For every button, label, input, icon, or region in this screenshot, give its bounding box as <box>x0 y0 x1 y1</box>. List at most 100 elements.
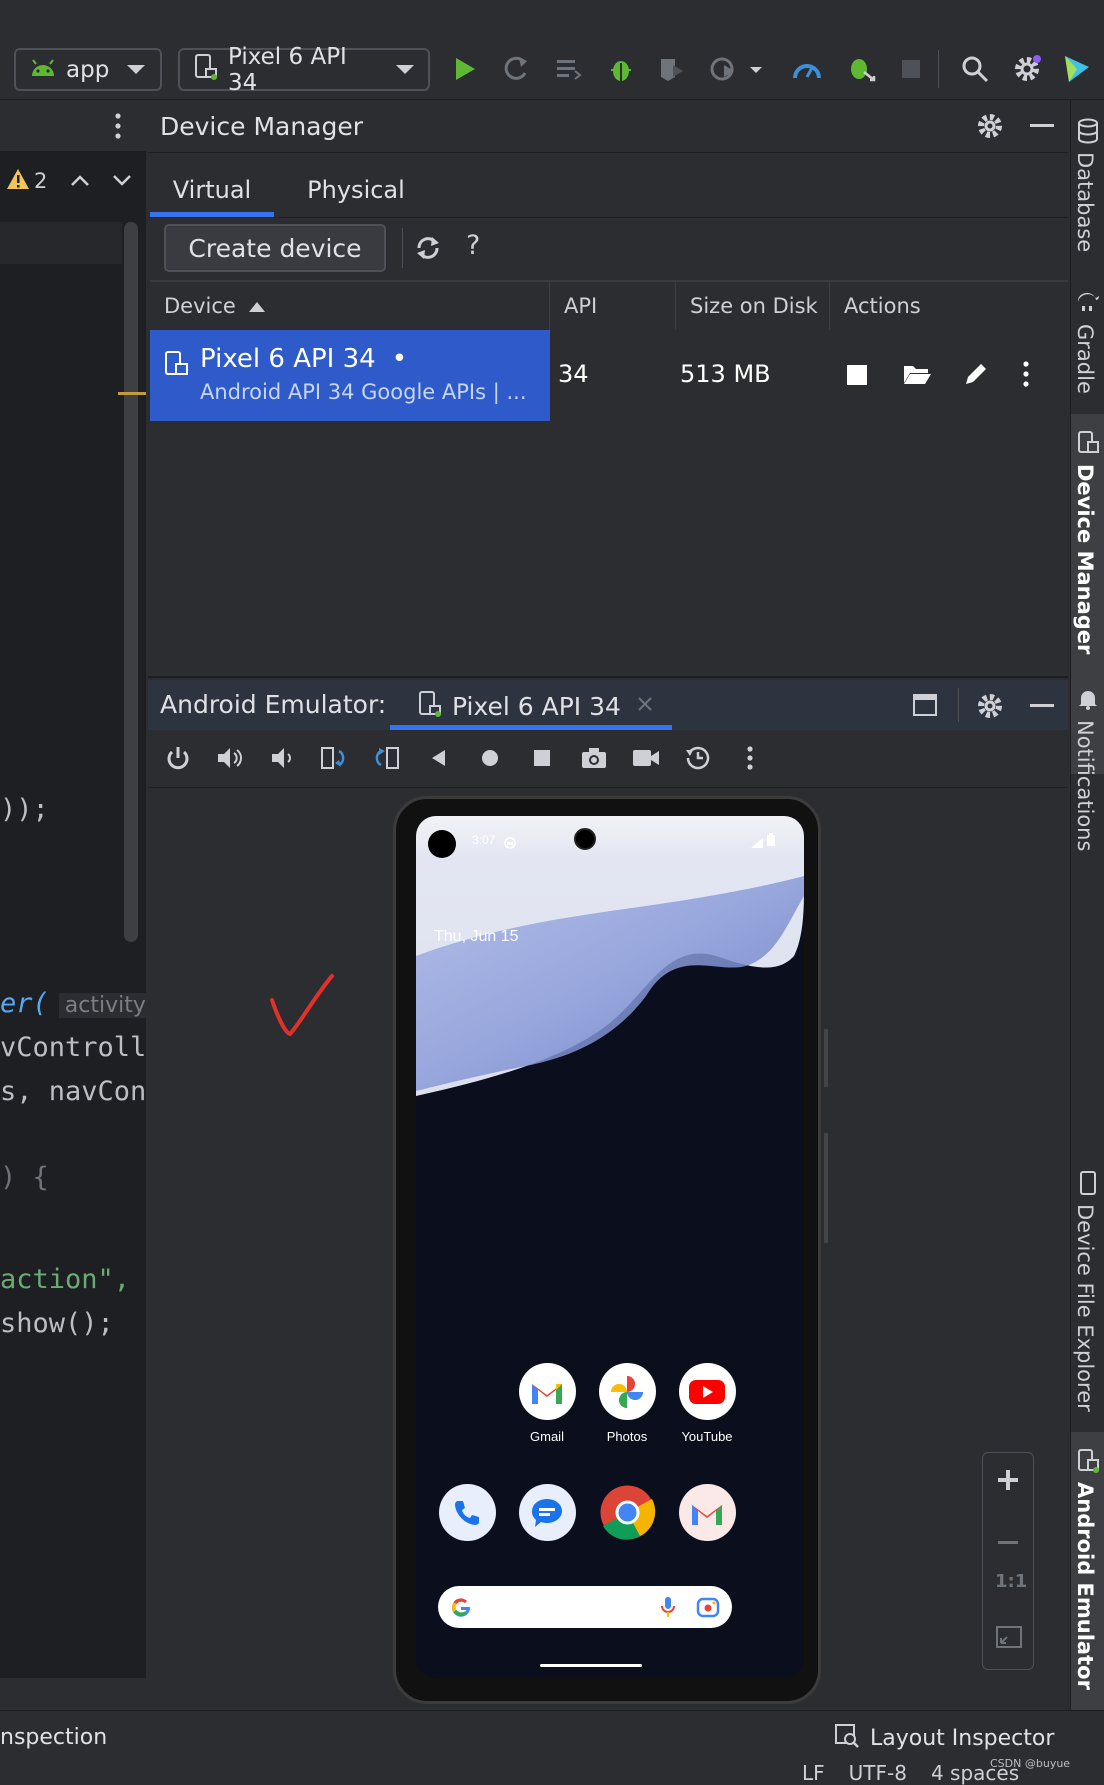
warnings-indicator[interactable]: 2 <box>6 168 47 194</box>
stripe-notifications[interactable]: Notifications <box>1073 720 1097 851</box>
zoom-actual-size[interactable]: 1:1 <box>995 1571 1027 1592</box>
editor-header <box>0 100 146 152</box>
device-file-icon <box>1079 1170 1097 1200</box>
app-gmail[interactable]: Gmail <box>512 1363 582 1444</box>
gmail-icon <box>678 1484 736 1541</box>
open-folder-icon[interactable] <box>902 362 932 390</box>
column-header-size[interactable]: Size on Disk <box>676 282 830 330</box>
settings-gear-icon[interactable] <box>1010 52 1044 86</box>
help-icon[interactable]: ? <box>466 230 480 261</box>
run-config-selector[interactable]: app <box>14 48 162 91</box>
encoding-info[interactable]: LF UTF-8 4 spaces <box>802 1761 1019 1785</box>
emulator-title: Android Emulator: <box>160 690 387 719</box>
stop-device-icon[interactable] <box>846 364 868 390</box>
red-checkmark-annotation <box>266 972 338 1048</box>
close-icon[interactable] <box>637 696 653 716</box>
apply-code-changes-icon[interactable] <box>552 52 586 86</box>
screenshot-camera-icon[interactable] <box>574 738 614 778</box>
snapshot-icon[interactable] <box>678 738 718 778</box>
app-photos[interactable]: Photos <box>592 1363 662 1444</box>
home-icon[interactable] <box>470 738 510 778</box>
microphone-icon[interactable] <box>661 1596 675 1622</box>
volume-down-icon[interactable] <box>262 738 302 778</box>
screen-record-icon[interactable] <box>626 738 666 778</box>
chevron-up-icon[interactable] <box>70 172 90 191</box>
more-actions-icon[interactable] <box>1022 360 1030 392</box>
google-g-icon <box>450 1596 472 1622</box>
battery-icon <box>766 832 776 851</box>
code-line-2: er(activity <box>0 988 146 1019</box>
rotate-left-icon[interactable] <box>314 738 354 778</box>
jetbrains-ai-icon[interactable] <box>1060 52 1094 86</box>
gesture-nav-handle[interactable] <box>540 1664 642 1667</box>
device-cell[interactable]: Pixel 6 API 34 • Android API 34 Google AP… <box>150 330 550 421</box>
stripe-android-emulator[interactable]: Android Emulator <box>1073 1482 1097 1690</box>
stripe-device-manager[interactable]: Device Manager <box>1073 464 1097 654</box>
warning-icon <box>6 168 30 194</box>
create-device-button[interactable]: Create device <box>164 224 386 272</box>
gear-icon[interactable] <box>976 692 1004 724</box>
edit-pencil-icon[interactable] <box>962 360 990 392</box>
photos-icon <box>598 1363 656 1420</box>
dock-messages[interactable] <box>512 1484 582 1541</box>
gear-icon[interactable] <box>976 112 1004 144</box>
app-youtube[interactable]: YouTube <box>672 1363 742 1444</box>
stripe-device-file-explorer[interactable]: Device File Explorer <box>1073 1204 1097 1412</box>
stop-icon[interactable] <box>894 52 928 86</box>
emulator-icon <box>1077 1448 1099 1478</box>
back-icon[interactable] <box>418 738 458 778</box>
chevron-down-icon[interactable] <box>112 172 132 191</box>
run-icon[interactable] <box>448 52 482 86</box>
power-icon[interactable] <box>158 738 198 778</box>
profile-icon[interactable] <box>654 52 688 86</box>
coverage-icon[interactable] <box>708 52 768 86</box>
google-search-bar[interactable] <box>438 1586 732 1628</box>
layout-inspector-button[interactable]: Layout Inspector <box>834 1723 1054 1753</box>
device-icon <box>164 350 190 382</box>
dock-chrome[interactable] <box>592 1484 662 1541</box>
right-tool-stripe: Database Gradle Device Manager Notificat… <box>1070 100 1104 1714</box>
refresh-icon[interactable] <box>414 234 442 266</box>
zoom-in-icon[interactable] <box>997 1469 1019 1495</box>
search-icon[interactable] <box>958 52 992 86</box>
window-mode-icon[interactable] <box>912 692 938 722</box>
vertical-scrollbar[interactable] <box>124 222 138 942</box>
column-header-api[interactable]: API <box>550 282 676 330</box>
database-icon <box>1077 118 1099 148</box>
phone-screen[interactable]: 3:07 Thu, Jun 15 Gmail Photos YouTube <box>416 816 804 1678</box>
volume-rocker <box>824 1133 828 1243</box>
column-header-actions[interactable]: Actions <box>830 282 1068 330</box>
column-header-device[interactable]: Device <box>150 282 550 330</box>
overview-icon[interactable] <box>522 738 562 778</box>
dock-phone[interactable] <box>432 1484 502 1541</box>
divider <box>148 676 1068 678</box>
tab-physical[interactable]: Physical <box>288 162 424 218</box>
stripe-gradle[interactable]: Gradle <box>1073 324 1097 394</box>
stripe-database[interactable]: Database <box>1073 152 1097 252</box>
more-options-icon[interactable] <box>730 738 770 778</box>
rotate-right-icon[interactable] <box>366 738 406 778</box>
debug-icon[interactable] <box>604 52 638 86</box>
fit-screen-icon[interactable] <box>996 1625 1022 1653</box>
more-options-icon[interactable] <box>114 112 122 144</box>
status-time: 3:07 <box>472 833 496 847</box>
tab-virtual[interactable]: Virtual <box>150 162 274 218</box>
device-selector[interactable]: Pixel 6 API 34 <box>178 44 430 96</box>
minimize-icon[interactable] <box>1030 704 1054 707</box>
google-lens-icon[interactable] <box>696 1596 720 1622</box>
volume-up-icon[interactable] <box>210 738 250 778</box>
change-marker <box>118 392 146 395</box>
dock-gmail[interactable] <box>672 1484 742 1541</box>
lockscreen-date: Thu, Jun 15 <box>434 928 519 945</box>
zoom-out-icon[interactable] <box>997 1531 1019 1550</box>
attach-debugger-icon[interactable] <box>844 52 878 86</box>
code-line-6: action", <box>0 1264 131 1295</box>
profiler-icon[interactable] <box>790 52 824 86</box>
problems-inspection-label[interactable]: nspection <box>0 1725 107 1750</box>
apply-changes-icon[interactable] <box>500 52 534 86</box>
emulator-device-tab[interactable]: Pixel 6 API 34 <box>418 686 653 726</box>
table-row[interactable]: Pixel 6 API 34 • Android API 34 Google AP… <box>150 330 1050 421</box>
code-editor[interactable]: 2 )); er(activity vControll s, navCont )… <box>0 100 146 1710</box>
minimize-icon[interactable] <box>1030 124 1054 127</box>
phone-device-frame: 3:07 Thu, Jun 15 Gmail Photos YouTube <box>393 796 828 1704</box>
